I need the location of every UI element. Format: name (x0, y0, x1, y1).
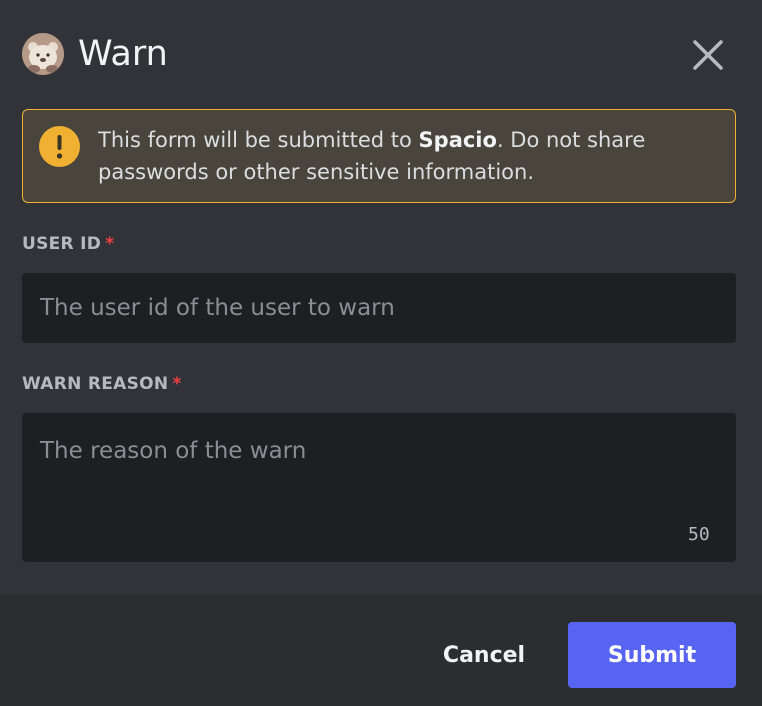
notice-app-name: Spacio (418, 128, 497, 152)
required-mark: * (172, 374, 182, 394)
required-mark: * (105, 234, 115, 254)
warn-modal: Warn This form will be submitted to Spac… (0, 0, 762, 706)
warning-icon (39, 126, 80, 167)
user-id-input[interactable] (22, 273, 736, 343)
cancel-button[interactable]: Cancel (424, 622, 544, 688)
warn-reason-label-text: WARN REASON (22, 374, 169, 394)
submission-warning-notice: This form will be submitted to Spacio. D… (22, 109, 736, 203)
user-id-label-text: USER ID (22, 234, 102, 254)
notice-text-prefix: This form will be submitted to (98, 128, 419, 152)
submit-button[interactable]: Submit (568, 622, 736, 688)
warn-reason-label: WARN REASON * (22, 374, 182, 394)
notice-text: This form will be submitted to Spacio. D… (98, 124, 698, 188)
warn-reason-textarea[interactable] (22, 413, 736, 562)
user-id-label: USER ID * (22, 234, 114, 254)
bear-avatar-icon (22, 33, 64, 75)
modal-header: Warn (0, 0, 762, 110)
character-counter: 50 (688, 524, 710, 545)
modal-title: Warn (78, 34, 168, 74)
close-icon[interactable] (688, 35, 728, 75)
